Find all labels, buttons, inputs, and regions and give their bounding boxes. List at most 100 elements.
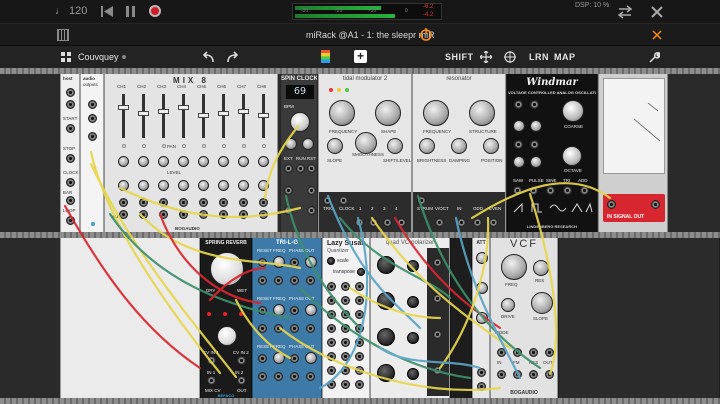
jack[interactable] <box>355 324 364 333</box>
knob[interactable] <box>513 120 525 132</box>
jack[interactable] <box>477 368 486 377</box>
slope-knob[interactable] <box>531 292 553 314</box>
jack[interactable] <box>397 218 406 227</box>
jack[interactable] <box>383 218 392 227</box>
knob[interactable] <box>305 352 317 364</box>
jack[interactable] <box>513 348 522 357</box>
knob[interactable] <box>138 180 149 191</box>
jack[interactable] <box>259 198 268 207</box>
structure-knob[interactable] <box>469 100 495 126</box>
knob[interactable] <box>158 180 169 191</box>
wrench-icon[interactable] <box>648 51 660 63</box>
jack[interactable] <box>139 210 148 219</box>
knob[interactable] <box>198 156 209 167</box>
knob[interactable] <box>285 138 297 150</box>
jack[interactable] <box>530 140 539 149</box>
level-fader[interactable] <box>238 94 249 138</box>
mix8-module[interactable]: MIX 8 MUTE PAN LEVEL BOGAUDIO CH1 CH2 CH3 C… <box>104 74 278 232</box>
knob[interactable] <box>476 312 488 324</box>
level-fader[interactable] <box>218 94 229 138</box>
target-icon[interactable] <box>504 51 516 63</box>
undo-icon[interactable] <box>202 51 215 63</box>
pause-icon[interactable] <box>126 6 136 17</box>
knob[interactable] <box>118 180 129 191</box>
jack[interactable] <box>323 196 332 205</box>
jack[interactable] <box>369 218 378 227</box>
jack[interactable] <box>546 186 555 195</box>
jack[interactable] <box>341 352 350 361</box>
jack[interactable] <box>239 210 248 219</box>
knob[interactable] <box>218 180 229 191</box>
knob[interactable] <box>377 256 395 274</box>
jack[interactable] <box>355 366 364 375</box>
jack[interactable] <box>239 198 248 207</box>
knob[interactable] <box>238 156 249 167</box>
jack[interactable] <box>327 282 336 291</box>
mute-button[interactable] <box>142 144 146 148</box>
jack[interactable] <box>529 370 538 379</box>
close-icon[interactable] <box>650 5 664 19</box>
jack[interactable] <box>651 200 660 209</box>
knob[interactable] <box>476 282 488 294</box>
knob[interactable] <box>530 120 542 132</box>
jack[interactable] <box>339 196 348 205</box>
jack[interactable] <box>199 210 208 219</box>
jack[interactable] <box>258 372 267 381</box>
jack[interactable] <box>513 370 522 379</box>
jack[interactable] <box>284 206 293 215</box>
jack[interactable] <box>88 132 97 141</box>
jack[interactable] <box>159 198 168 207</box>
redo-icon[interactable] <box>226 51 239 63</box>
fader-cap[interactable] <box>258 113 269 118</box>
grid-icon[interactable] <box>61 52 72 63</box>
jack[interactable] <box>258 324 267 333</box>
jack[interactable] <box>66 88 75 97</box>
position-knob[interactable] <box>483 138 499 154</box>
jack[interactable] <box>341 310 350 319</box>
palette-icon[interactable] <box>321 50 330 63</box>
knob[interactable] <box>158 156 169 167</box>
jack[interactable] <box>306 324 315 333</box>
mix-knob[interactable] <box>210 252 244 286</box>
knob[interactable] <box>178 180 189 191</box>
level-fader[interactable] <box>198 94 209 138</box>
knob[interactable] <box>407 368 419 380</box>
jack[interactable] <box>259 210 268 219</box>
jack[interactable] <box>274 372 283 381</box>
knob[interactable] <box>530 156 542 168</box>
jack[interactable] <box>457 218 466 227</box>
fader-cap[interactable] <box>178 105 189 110</box>
fader-cap[interactable] <box>158 109 169 114</box>
trilfo-module[interactable]: TRI-L-G RESET FREQ PHASE OUT RESET FREQ PHASE O… <box>252 238 322 398</box>
jack[interactable] <box>66 196 75 205</box>
jack[interactable] <box>290 276 299 285</box>
close-icon[interactable] <box>652 30 662 40</box>
knob[interactable] <box>407 332 419 344</box>
octave-knob[interactable] <box>562 146 582 166</box>
resonance-knob[interactable] <box>533 260 549 276</box>
fader-cap[interactable] <box>198 113 209 118</box>
jack[interactable] <box>341 380 350 389</box>
jack[interactable] <box>66 154 75 163</box>
jack[interactable] <box>473 218 482 227</box>
knob[interactable] <box>258 156 269 167</box>
jack[interactable] <box>237 356 246 365</box>
jack[interactable] <box>433 258 442 267</box>
jack[interactable] <box>355 338 364 347</box>
jack[interactable] <box>66 124 75 133</box>
knob[interactable] <box>118 156 129 167</box>
jack[interactable] <box>355 310 364 319</box>
level-fader[interactable] <box>118 94 129 138</box>
fader-cap[interactable] <box>218 111 229 116</box>
knob[interactable] <box>302 138 314 150</box>
mute-button[interactable] <box>222 144 226 148</box>
jack[interactable] <box>284 186 293 195</box>
shift-button[interactable]: SHIFT <box>445 52 474 62</box>
knob[interactable] <box>513 156 525 168</box>
jack[interactable] <box>284 164 293 173</box>
knob[interactable] <box>357 268 365 276</box>
scope-module[interactable]: IN SIGNAL OUT <box>598 74 668 232</box>
jack[interactable] <box>497 370 506 379</box>
knob[interactable] <box>258 180 269 191</box>
knob[interactable] <box>273 304 285 316</box>
